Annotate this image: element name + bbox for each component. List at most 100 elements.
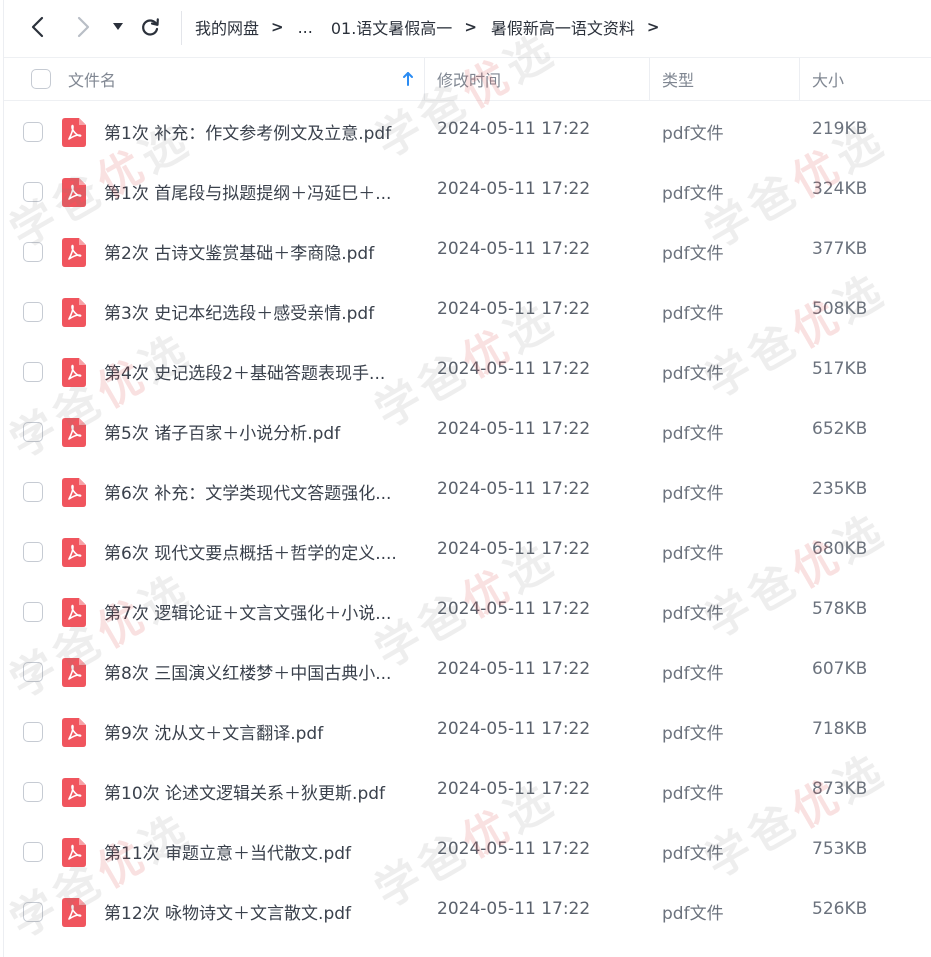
pdf-file-icon [62,718,86,747]
row-checkbox[interactable] [23,662,43,682]
pdf-file-icon [62,538,86,567]
file-type: pdf文件 [662,604,724,624]
refresh-button[interactable] [135,12,165,42]
breadcrumb-item-current[interactable]: 暑假新高一语文资料 [491,15,635,39]
file-modified-time: 2024-05-11 17:22 [437,719,591,739]
file-type: pdf文件 [662,784,724,804]
file-row[interactable]: 第10次 论述文逻辑关系＋狄更斯.pdf 2024-05-11 17:22 pd… [4,762,931,822]
file-name: 第11次 审题立意＋当代散文.pdf [104,844,352,864]
select-all-checkbox[interactable] [31,69,51,89]
file-type: pdf文件 [662,904,724,924]
file-modified-time: 2024-05-11 17:22 [437,119,591,139]
file-row[interactable]: 第2次 古诗文鉴赏基础＋李商隐.pdf 2024-05-11 17:22 pdf… [4,222,931,282]
file-row[interactable]: 第1次 首尾段与拟题提纲＋冯延巳＋... 2024-05-11 17:22 pd… [4,162,931,222]
breadcrumb-separator: > [464,18,477,36]
column-size-label: 大小 [812,71,845,90]
column-modified[interactable]: 修改时间 [437,58,501,100]
file-name: 第10次 论述文逻辑关系＋狄更斯.pdf [104,784,386,804]
row-checkbox[interactable] [23,182,43,202]
file-size: 517KB [812,359,868,379]
row-checkbox[interactable] [23,722,43,742]
pdf-file-icon [62,238,86,267]
file-type: pdf文件 [662,544,724,564]
file-modified-time: 2024-05-11 17:22 [437,599,591,619]
file-type: pdf文件 [662,364,724,384]
breadcrumb-expand-button[interactable]: > [647,18,660,36]
column-name[interactable]: 文件名 [68,58,116,100]
arrow-up-icon[interactable] [402,71,414,87]
file-modified-time: 2024-05-11 17:22 [437,779,591,799]
column-divider[interactable] [799,58,800,100]
file-name: 第9次 沈从文＋文言翻译.pdf [104,724,324,744]
pdf-file-icon [62,418,86,447]
file-type: pdf文件 [662,724,724,744]
row-checkbox[interactable] [23,902,43,922]
file-type: pdf文件 [662,664,724,684]
column-type[interactable]: 类型 [662,58,694,100]
file-modified-time: 2024-05-11 17:22 [437,899,591,919]
file-row[interactable]: 第9次 沈从文＋文言翻译.pdf 2024-05-11 17:22 pdf文件 … [4,702,931,762]
column-divider[interactable] [424,58,425,100]
file-row[interactable]: 第8次 三国演义红楼梦＋中国古典小... 2024-05-11 17:22 pd… [4,642,931,702]
file-modified-time: 2024-05-11 17:22 [437,659,591,679]
file-name: 第6次 补充：文学类现代文答题强化... [104,484,392,504]
file-row[interactable]: 第6次 现代文要点概括＋哲学的定义.... 2024-05-11 17:22 p… [4,522,931,582]
file-row[interactable]: 第7次 逻辑论证＋文言文强化＋小说... 2024-05-11 17:22 pd… [4,582,931,642]
pdf-file-icon [62,598,86,627]
breadcrumb-item-root[interactable]: 我的网盘 [195,15,259,39]
file-size: 219KB [812,119,868,139]
file-name: 第12次 咏物诗文＋文言散文.pdf [104,904,352,924]
row-checkbox[interactable] [23,482,43,502]
file-modified-time: 2024-05-11 17:22 [437,419,591,439]
file-name: 第6次 现代文要点概括＋哲学的定义.... [104,544,397,564]
breadcrumb-item-collapsed[interactable]: ... [298,18,313,37]
column-size[interactable]: 大小 [812,58,844,100]
file-row[interactable]: 第12次 咏物诗文＋文言散文.pdf 2024-05-11 17:22 pdf文… [4,882,931,942]
row-checkbox[interactable] [23,122,43,142]
column-type-label: 类型 [662,71,695,90]
column-divider[interactable] [649,58,650,100]
file-row[interactable]: 第11次 审题立意＋当代散文.pdf 2024-05-11 17:22 pdf文… [4,822,931,882]
file-type: pdf文件 [662,304,724,324]
file-row[interactable]: 第1次 补充：作文参考例文及立意.pdf 2024-05-11 17:22 pd… [4,102,931,162]
chevron-left-icon [31,16,44,38]
pdf-file-icon [62,778,86,807]
file-type: pdf文件 [662,844,724,864]
file-modified-time: 2024-05-11 17:22 [437,299,591,319]
file-row[interactable]: 第3次 史记本纪选段＋感受亲情.pdf 2024-05-11 17:22 pdf… [4,282,931,342]
file-modified-time: 2024-05-11 17:22 [437,239,591,259]
file-size: 753KB [812,839,868,859]
row-checkbox[interactable] [23,302,43,322]
file-list: 第1次 补充：作文参考例文及立意.pdf 2024-05-11 17:22 pd… [4,102,931,942]
file-row[interactable]: 第6次 补充：文学类现代文答题强化... 2024-05-11 17:22 pd… [4,462,931,522]
file-size: 526KB [812,899,868,919]
back-button[interactable] [22,12,52,42]
file-type: pdf文件 [662,244,724,264]
file-type: pdf文件 [662,184,724,204]
row-checkbox[interactable] [23,602,43,622]
file-row[interactable]: 第5次 诸子百家＋小说分析.pdf 2024-05-11 17:22 pdf文件… [4,402,931,462]
row-checkbox[interactable] [23,542,43,562]
pdf-file-icon [62,838,86,867]
file-modified-time: 2024-05-11 17:22 [437,359,591,379]
row-checkbox[interactable] [23,782,43,802]
row-checkbox[interactable] [23,842,43,862]
row-checkbox[interactable] [23,422,43,442]
file-modified-time: 2024-05-11 17:22 [437,539,591,559]
forward-button[interactable] [69,12,99,42]
pdf-file-icon [62,178,86,207]
pdf-file-icon [62,658,86,687]
chevron-right-icon [77,16,90,38]
file-modified-time: 2024-05-11 17:22 [437,839,591,859]
file-browser-window: 我的网盘 > ... 01.语文暑假高一 > 暑假新高一语文资料 > 文件名 修… [2,0,931,957]
row-checkbox[interactable] [23,362,43,382]
history-dropdown-button[interactable] [108,12,128,42]
column-name-label: 文件名 [68,71,117,90]
file-name: 第1次 首尾段与拟题提纲＋冯延巳＋... [104,184,392,204]
file-row[interactable]: 第4次 史记选段2＋基础答题表现手... 2024-05-11 17:22 pd… [4,342,931,402]
column-modified-label: 修改时间 [437,71,502,90]
breadcrumb-item-parent[interactable]: 01.语文暑假高一 [331,15,452,39]
row-checkbox[interactable] [23,242,43,262]
file-modified-time: 2024-05-11 17:22 [437,179,591,199]
file-size: 324KB [812,179,868,199]
